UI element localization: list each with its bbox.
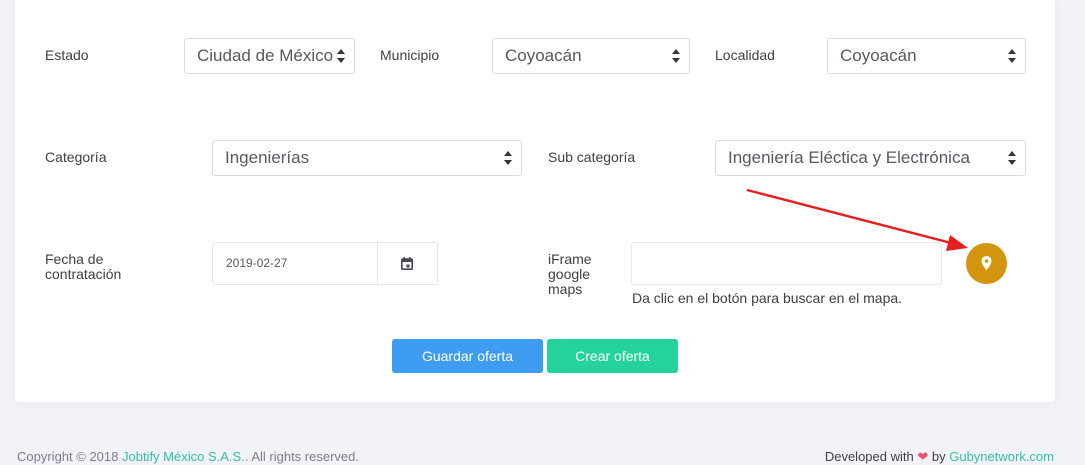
iframe-label-line3: maps xyxy=(548,281,583,297)
fecha-label: Fecha de contratación xyxy=(45,252,121,282)
iframe-google-maps-input[interactable] xyxy=(631,242,942,285)
select-caret-icon xyxy=(337,49,345,63)
calendar-icon xyxy=(401,257,413,270)
select-caret-icon xyxy=(1008,151,1016,165)
heart-icon: ❤ xyxy=(917,449,929,464)
iframe-label: iFrame google maps xyxy=(548,252,592,297)
localidad-label: Localidad xyxy=(715,47,775,63)
municipio-select[interactable]: Coyoacán xyxy=(492,38,690,74)
localidad-value: Coyoacán xyxy=(840,46,917,65)
municipio-value: Coyoacán xyxy=(505,46,582,65)
company-link[interactable]: Jobtify México S.A.S. xyxy=(122,449,245,464)
fecha-label-line1: Fecha de xyxy=(45,251,104,267)
footer-developed: Developed with ❤ by Gubynetwork.com xyxy=(825,449,1054,465)
map-marker-icon xyxy=(981,256,992,270)
save-offer-button[interactable]: Guardar oferta xyxy=(392,339,543,373)
footer-copyright: Copyright © 2018 Jobtify México S.A.S.. … xyxy=(17,449,359,464)
fecha-label-line2: contratación xyxy=(45,266,122,282)
developed-prefix: Developed with xyxy=(824,449,914,464)
subcategoria-select[interactable]: Ingeniería Eléctica y Electrónica xyxy=(715,140,1026,176)
localidad-select[interactable]: Coyoacán xyxy=(827,38,1026,74)
developed-by: by xyxy=(931,449,946,464)
calendar-button[interactable] xyxy=(377,243,437,284)
iframe-hint: Da clic en el botón para buscar en el ma… xyxy=(632,290,903,306)
fecha-date-picker: 2019-02-27 xyxy=(212,242,438,285)
categoria-label: Categoría xyxy=(45,149,107,165)
estado-label: Estado xyxy=(45,47,89,63)
iframe-label-line1: iFrame xyxy=(548,251,592,267)
categoria-select[interactable]: Ingenierías xyxy=(212,140,522,176)
municipio-label: Municipio xyxy=(380,47,440,63)
developer-link[interactable]: Gubynetwork.com xyxy=(949,449,1054,464)
categoria-value: Ingenierías xyxy=(225,148,310,167)
subcategoria-value: Ingeniería Eléctica y Electrónica xyxy=(728,148,970,167)
subcategoria-label: Sub categoría xyxy=(548,149,636,165)
select-caret-icon xyxy=(504,151,512,165)
select-caret-icon xyxy=(672,49,680,63)
map-search-button[interactable] xyxy=(966,243,1007,284)
create-offer-button[interactable]: Crear oferta xyxy=(547,339,678,373)
copyright-rights: All rights reserved. xyxy=(251,449,359,464)
fecha-input[interactable]: 2019-02-27 xyxy=(213,243,377,284)
estado-select[interactable]: Ciudad de México xyxy=(184,38,355,74)
select-caret-icon xyxy=(1008,49,1016,63)
copyright-prefix: Copyright © 2018 xyxy=(17,449,119,464)
iframe-label-line2: google xyxy=(548,266,591,282)
estado-value: Ciudad de México xyxy=(197,46,334,65)
